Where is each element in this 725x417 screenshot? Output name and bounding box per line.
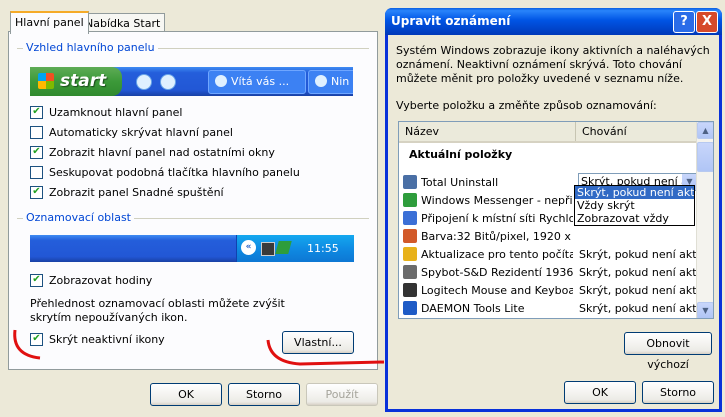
title-bar[interactable]: Upravit oznámení ? X [385, 8, 722, 35]
list-item[interactable]: Barva:32 Bitů/pixel, 1920 x 108... [399, 228, 697, 245]
annotation-stroke [13, 329, 41, 360]
intro-text: Systém Windows zobrazuje ikony aktivních… [396, 44, 710, 85]
scroll-down-icon[interactable]: ▼ [697, 302, 713, 318]
option-always-show[interactable]: Zobrazovat vždy [575, 212, 694, 225]
section-current-items: Aktuální položky [409, 148, 513, 161]
app-icon [403, 265, 417, 279]
app-icon [403, 301, 417, 315]
list-item[interactable]: chová pásmo Skrýt, pokud není akt... [399, 318, 697, 319]
scrollbar[interactable]: ▲ ▼ [696, 122, 713, 318]
item-name: Spybot-S&D Rezidentí 193603 ... [421, 266, 573, 279]
item-name: Připojení k místní síti Rychlost: ... [421, 212, 573, 225]
restore-defaults-button[interactable]: Obnovit výchozí [624, 332, 712, 371]
tab-taskbar[interactable]: Hlavní panel [10, 11, 89, 34]
column-header-name[interactable]: Název [399, 122, 576, 141]
item-behavior: Skrýt, pokud není akt... [579, 284, 697, 297]
item-name: Barva:32 Bitů/pixel, 1920 x 108... [421, 230, 573, 243]
column-header-behavior[interactable]: Chování [576, 122, 698, 141]
list-item[interactable]: Spybot-S&D Rezidentí 193603 ... Skrýt, po… [399, 264, 697, 281]
app-icon [403, 175, 417, 189]
dialog-title: Upravit oznámení [391, 14, 511, 28]
item-name: Logitech Mouse and Keyboard [421, 284, 573, 297]
red-annotation-marks [13, 329, 385, 366]
item-name: Aktualizace pro tento počítač js... [421, 248, 573, 261]
scroll-thumb[interactable] [697, 142, 713, 172]
item-name: chová pásmo [421, 318, 573, 319]
app-icon [403, 229, 417, 243]
option-always-hide[interactable]: Vždy skrýt [575, 199, 694, 212]
item-behavior: Skrýt, pokud není akt... [579, 302, 697, 315]
app-icon [403, 247, 417, 261]
item-behavior: Skrýt, pokud není akt... [579, 266, 697, 279]
list-header: Název Chování [399, 122, 697, 143]
app-icon [403, 211, 417, 225]
help-button[interactable]: ? [673, 11, 695, 33]
scroll-up-icon[interactable]: ▲ [697, 122, 713, 139]
item-name: Total Uninstall [421, 176, 499, 189]
close-button[interactable]: X [696, 11, 718, 33]
taskbar-properties-dialog: Hlavní panel Nabídka Start Vzhled hlavní… [0, 0, 385, 417]
app-icon [403, 283, 417, 297]
instruction-text: Vyberte položku a změňte způsob oznamová… [396, 99, 657, 112]
list-item[interactable]: Aktualizace pro tento počítač js... Skrýt… [399, 246, 697, 263]
item-name: DAEMON Tools Lite [421, 302, 525, 315]
list-item[interactable]: Logitech Mouse and Keyboard Skrýt, pokud … [399, 282, 697, 299]
annotation-stroke [266, 339, 385, 366]
item-behavior: Skrýt, pokud není akt... [579, 318, 697, 319]
behavior-dropdown-list[interactable]: Skrýt, pokud není aktivní Vždy skrýt Zob… [574, 185, 695, 226]
item-name: Windows Messenger - nepřihláš... [421, 194, 573, 207]
list-item[interactable]: DAEMON Tools Lite Skrýt, pokud není akt..… [399, 300, 697, 317]
option-hide-when-inactive[interactable]: Skrýt, pokud není aktivní [575, 186, 694, 199]
ok-button[interactable]: OK [564, 381, 636, 404]
app-icon [403, 193, 417, 207]
cancel-button[interactable]: Storno [642, 381, 714, 404]
item-behavior: Skrýt, pokud není akt... [579, 248, 697, 261]
